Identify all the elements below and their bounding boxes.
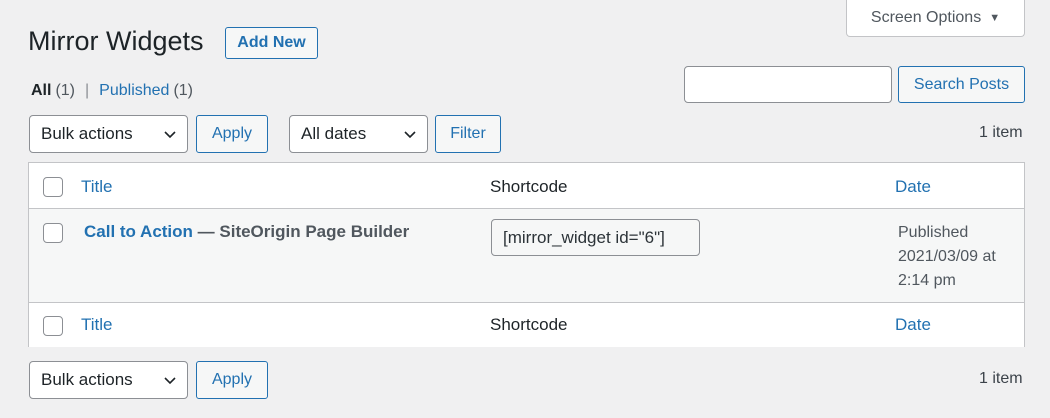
table-row: Call to Action — SiteOrigin Page Builder… <box>29 209 1024 302</box>
bulk-actions-select-bottom[interactable]: Bulk actions <box>29 361 188 399</box>
column-title-footer[interactable]: Title <box>81 315 113 335</box>
select-all-checkbox[interactable] <box>43 177 63 197</box>
screen-options-label: Screen Options <box>870 9 982 26</box>
bulk-actions-select-top[interactable]: Bulk actions <box>29 115 188 153</box>
view-all-count: (1) <box>55 82 76 99</box>
dates-filter-value: All dates <box>301 124 367 143</box>
date-status: Published <box>898 224 969 241</box>
post-title-cell: Call to Action — SiteOrigin Page Builder <box>84 222 409 242</box>
apply-button-top[interactable]: Apply <box>196 115 268 153</box>
chevron-down-icon <box>404 131 416 139</box>
search-posts-button[interactable]: Search Posts <box>898 66 1025 103</box>
caret-down-icon: ▼ <box>989 12 1001 24</box>
column-date-header[interactable]: Date <box>895 177 931 197</box>
date-value: 2021/03/09 at <box>898 248 996 265</box>
table-header-row: Title Shortcode Date <box>29 163 1024 209</box>
filter-button[interactable]: Filter <box>435 115 501 153</box>
bulk-actions-value: Bulk actions <box>41 124 133 143</box>
dates-filter-select[interactable]: All dates <box>289 115 428 153</box>
row-checkbox[interactable] <box>43 223 63 243</box>
column-title-header[interactable]: Title <box>81 177 113 197</box>
date-time: 2:14 pm <box>898 272 956 289</box>
posts-table: Title Shortcode Date Call to Action — Si… <box>28 162 1025 347</box>
column-shortcode-header: Shortcode <box>490 177 568 196</box>
view-all-link[interactable]: All <box>31 82 51 100</box>
status-filter-links: All (1) | Published (1) <box>31 82 193 100</box>
chevron-down-icon <box>164 131 176 139</box>
column-shortcode-footer: Shortcode <box>490 315 568 334</box>
item-count-top: 1 item <box>979 124 1023 141</box>
post-title-suffix: — SiteOrigin Page Builder <box>192 222 410 241</box>
shortcode-field[interactable]: [mirror_widget id="6"] <box>491 219 700 256</box>
date-cell: Published 2021/03/09 at 2:14 pm <box>898 221 1018 293</box>
post-title-link[interactable]: Call to Action <box>84 222 193 241</box>
search-input[interactable] <box>684 66 892 103</box>
item-count-bottom: 1 item <box>979 370 1023 387</box>
apply-button-bottom[interactable]: Apply <box>196 361 268 399</box>
chevron-down-icon <box>164 377 176 385</box>
table-footer-row: Title Shortcode Date <box>29 302 1024 347</box>
select-all-checkbox-footer[interactable] <box>43 316 63 336</box>
view-published-count: (1) <box>173 82 194 99</box>
bulk-actions-value: Bulk actions <box>41 370 133 389</box>
column-date-footer[interactable]: Date <box>895 315 931 335</box>
view-published-link[interactable]: Published <box>99 82 169 100</box>
shortcode-value: [mirror_widget id="6"] <box>503 227 665 247</box>
page-title: Mirror Widgets <box>28 26 204 56</box>
add-new-button[interactable]: Add New <box>225 27 318 59</box>
screen-options-button[interactable]: Screen Options ▼ <box>846 0 1025 37</box>
view-separator: | <box>85 82 90 99</box>
